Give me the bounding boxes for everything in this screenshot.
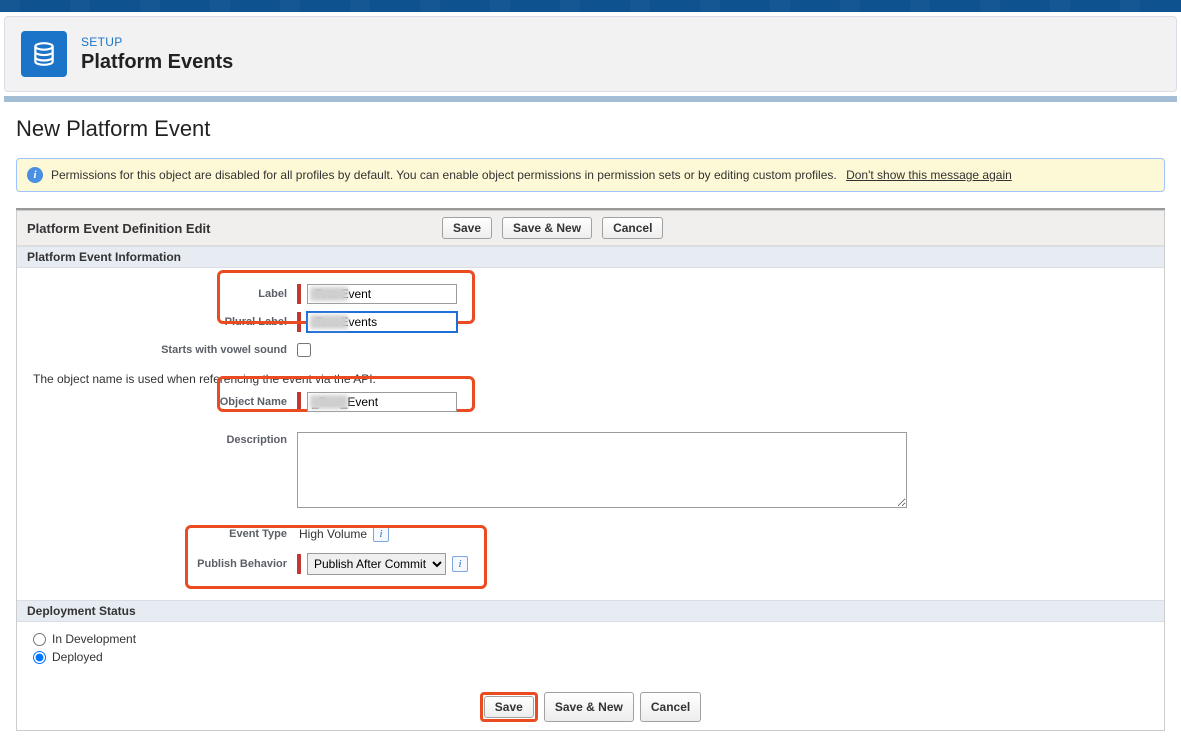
panel-header: Platform Event Definition Edit Save Save… <box>17 211 1164 246</box>
api-note: The object name is used when referencing… <box>33 372 1156 386</box>
publish-behavior-select[interactable]: Publish After Commit <box>307 553 446 575</box>
setup-header-panel: SETUP Platform Events <box>4 16 1177 92</box>
database-icon <box>21 31 67 77</box>
label-plural: Plural Label <box>25 316 297 328</box>
footer-buttons: Save Save & New Cancel <box>17 680 1164 730</box>
event-type-help-icon[interactable]: i <box>373 526 389 542</box>
permissions-notice: i Permissions for this object are disabl… <box>16 158 1165 192</box>
required-marker <box>297 554 301 574</box>
label-event-type: Event Type <box>25 528 297 540</box>
notice-text: Permissions for this object are disabled… <box>51 168 837 182</box>
radio-deployed[interactable] <box>33 651 46 664</box>
info-icon: i <box>27 167 43 183</box>
description-textarea[interactable] <box>297 432 907 508</box>
save-button-top[interactable]: Save <box>442 217 492 239</box>
vowel-checkbox[interactable] <box>297 343 311 357</box>
header-separator <box>4 96 1177 102</box>
dont-show-again-link[interactable]: Don't show this message again <box>846 168 1012 182</box>
required-marker <box>297 392 301 412</box>
header-title: Platform Events <box>81 51 233 74</box>
publish-behavior-help-icon[interactable]: i <box>452 556 468 572</box>
header-eyebrow: SETUP <box>81 35 233 49</box>
label-publish-behavior: Publish Behavior <box>25 558 297 570</box>
app-top-stripe <box>0 0 1181 12</box>
save-new-button-top[interactable]: Save & New <box>502 217 592 239</box>
label-object-name: Object Name <box>25 396 297 408</box>
annotation-box-save: Save <box>480 692 538 722</box>
definition-panel: Platform Event Definition Edit Save Save… <box>16 210 1165 731</box>
section-deployment: Deployment Status <box>17 600 1164 622</box>
radio-in-development-label: In Development <box>52 632 136 646</box>
save-button-bottom[interactable]: Save <box>484 696 534 718</box>
event-type-value: High Volume <box>297 527 367 541</box>
cancel-button-bottom[interactable]: Cancel <box>640 692 701 722</box>
form-area: Label Plural Label <box>17 268 1164 600</box>
label-description: Description <box>25 432 297 446</box>
label-label: Label <box>25 288 297 300</box>
page-title: New Platform Event <box>16 116 1165 142</box>
label-vowel: Starts with vowel sound <box>25 344 297 356</box>
save-new-button-bottom[interactable]: Save & New <box>544 692 634 722</box>
required-marker <box>297 284 301 304</box>
radio-deployed-label: Deployed <box>52 650 103 664</box>
deployment-options: In Development Deployed <box>17 622 1164 680</box>
panel-header-title: Platform Event Definition Edit <box>27 221 432 236</box>
cancel-button-top[interactable]: Cancel <box>602 217 663 239</box>
section-info: Platform Event Information <box>17 246 1164 268</box>
radio-in-development[interactable] <box>33 633 46 646</box>
required-marker <box>297 312 301 332</box>
